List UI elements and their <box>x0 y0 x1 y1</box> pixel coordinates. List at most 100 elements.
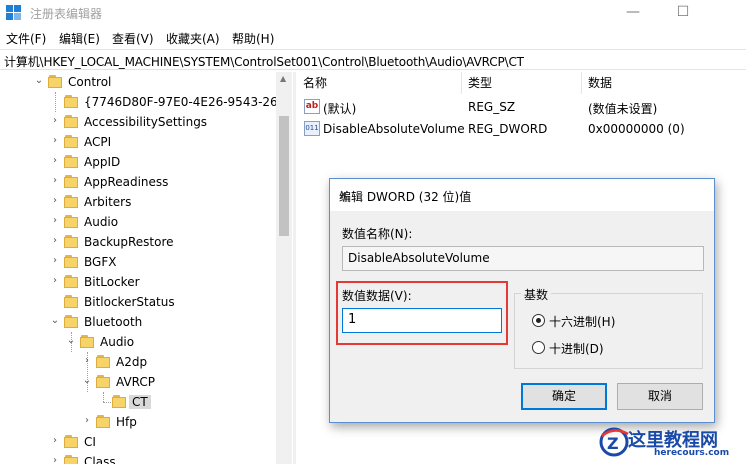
tree-item-appid[interactable]: › AppID <box>0 152 276 172</box>
expand-arrow-icon[interactable]: › <box>50 275 60 286</box>
folder-icon <box>64 175 80 188</box>
tree-item-control[interactable]: ⌄ Control <box>0 72 276 92</box>
menu-edit[interactable]: 编辑(E) <box>59 30 100 47</box>
folder-icon <box>96 375 112 388</box>
menu-file[interactable]: 文件(F) <box>6 30 46 47</box>
expand-arrow-icon[interactable]: › <box>50 455 60 464</box>
folder-icon <box>64 155 80 168</box>
folder-icon <box>64 255 80 268</box>
tree-item-ct[interactable]: CT <box>0 392 276 412</box>
tree-item-accessibilitysettings[interactable]: › AccessibilitySettings <box>0 112 276 132</box>
tree-item-bluetooth-audio[interactable]: ⌄ Audio <box>0 332 276 352</box>
title-bar: 注册表编辑器 — ☐ <box>0 0 746 26</box>
folder-icon <box>96 355 112 368</box>
minimize-button[interactable]: — <box>610 0 656 26</box>
maximize-button[interactable]: ☐ <box>660 0 706 26</box>
address-bar[interactable]: 计算机\HKEY_LOCAL_MACHINE\SYSTEM\ControlSet… <box>0 49 746 70</box>
menu-view[interactable]: 查看(V) <box>112 30 154 47</box>
expand-arrow-icon[interactable]: ⌄ <box>82 375 92 386</box>
tree-item-class[interactable]: › Class <box>0 452 276 464</box>
value-type: REG_DWORD <box>468 122 548 136</box>
folder-icon <box>64 215 80 228</box>
value-name-label: 数值名称(N): <box>342 227 413 241</box>
value-row-disableabsolutevolume[interactable]: 011 DisableAbsoluteVolume REG_DWORD 0x00… <box>297 118 746 140</box>
window-title: 注册表编辑器 <box>30 7 103 21</box>
pane-splitter[interactable] <box>293 72 296 464</box>
registry-editor-icon <box>6 5 22 21</box>
expand-arrow-icon[interactable]: › <box>82 415 92 426</box>
folder-icon <box>64 235 80 248</box>
tree-item-audio[interactable]: › Audio <box>0 212 276 232</box>
value-data: (数值未设置) <box>588 102 658 116</box>
expand-arrow-icon[interactable]: ⌄ <box>34 75 44 86</box>
address-path[interactable]: 计算机\HKEY_LOCAL_MACHINE\SYSTEM\ControlSet… <box>4 53 524 70</box>
tree-item-arbiters[interactable]: › Arbiters <box>0 192 276 212</box>
expand-arrow-icon[interactable]: › <box>50 115 60 126</box>
tree-item-acpi[interactable]: › ACPI <box>0 132 276 152</box>
tree-scrollbar[interactable]: ▲ <box>276 72 292 464</box>
column-header-name[interactable]: 名称 <box>297 72 462 94</box>
tree-item-avrcp[interactable]: ⌄ AVRCP <box>0 372 276 392</box>
value-row-default[interactable]: ab (默认) REG_SZ (数值未设置) <box>297 96 746 118</box>
menu-favorites[interactable]: 收藏夹(A) <box>166 30 220 47</box>
radio-selected-icon[interactable] <box>532 314 545 327</box>
folder-icon <box>64 295 80 308</box>
tree-item-hfp[interactable]: › Hfp <box>0 412 276 432</box>
scrollbar-thumb[interactable] <box>279 116 289 236</box>
expand-arrow-icon[interactable]: › <box>50 435 60 446</box>
folder-icon <box>64 275 80 288</box>
value-name: (默认) <box>323 102 357 116</box>
close-icon[interactable]: ✕ <box>339 188 706 202</box>
registry-tree[interactable]: ⌄ Control {7746D80F-97E0-4E26-9543-26B4 … <box>0 72 292 464</box>
folder-icon <box>64 195 80 208</box>
column-header-type[interactable]: 类型 <box>462 72 582 94</box>
folder-icon <box>96 415 112 428</box>
svg-text:Z: Z <box>607 434 619 453</box>
ok-button[interactable]: 确定 <box>521 383 607 410</box>
expand-arrow-icon[interactable]: › <box>50 215 60 226</box>
folder-icon <box>64 135 80 148</box>
dword-value-icon: 011 <box>304 121 320 136</box>
menu-help[interactable]: 帮助(H) <box>232 30 274 47</box>
tree-item-backuprestore[interactable]: › BackupRestore <box>0 232 276 252</box>
expand-arrow-icon[interactable]: › <box>50 235 60 246</box>
watermark-logo-icon: Z <box>599 427 629 457</box>
column-header-data[interactable]: 数据 <box>582 72 746 94</box>
expand-arrow-icon[interactable]: › <box>82 355 92 366</box>
tree-item-bitlocker[interactable]: › BitLocker <box>0 272 276 292</box>
folder-icon <box>80 335 96 348</box>
tree-item-bgfx[interactable]: › BGFX <box>0 252 276 272</box>
folder-icon <box>64 115 80 128</box>
folder-icon <box>48 75 64 88</box>
tree-item-ci[interactable]: › CI <box>0 432 276 452</box>
expand-arrow-icon[interactable]: › <box>50 255 60 266</box>
value-data-input[interactable]: 1 <box>342 308 502 333</box>
expand-arrow-icon[interactable]: › <box>50 155 60 166</box>
folder-icon <box>64 455 80 464</box>
tree-item-bitlockerstatus[interactable]: BitlockerStatus <box>0 292 276 312</box>
expand-arrow-icon[interactable]: ⌄ <box>50 315 60 326</box>
tree-item-a2dp[interactable]: › A2dp <box>0 352 276 372</box>
tree-item-bluetooth[interactable]: ⌄ Bluetooth <box>0 312 276 332</box>
folder-icon <box>64 315 80 328</box>
expand-arrow-icon[interactable]: › <box>50 195 60 206</box>
tree-item-guid[interactable]: {7746D80F-97E0-4E26-9543-26B4 <box>0 92 292 112</box>
expand-arrow-icon[interactable]: ⌄ <box>66 335 76 346</box>
scroll-up-icon[interactable]: ▲ <box>280 74 286 83</box>
string-value-icon: ab <box>304 99 320 114</box>
radio-decimal[interactable]: 十进制(D) <box>532 340 652 356</box>
folder-icon <box>64 95 80 108</box>
expand-arrow-icon[interactable]: › <box>50 175 60 186</box>
dialog-title-bar: 编辑 DWORD (32 位)值 ✕ <box>330 179 714 211</box>
radio-unselected-icon[interactable] <box>532 341 545 354</box>
radio-hexadecimal[interactable]: 十六进制(H) <box>532 313 652 329</box>
watermark-url: herecours.com <box>654 448 730 458</box>
expand-arrow-icon[interactable]: › <box>50 135 60 146</box>
value-data: 0x00000000 (0) <box>588 122 685 136</box>
base-groupbox <box>514 293 703 369</box>
cancel-button[interactable]: 取消 <box>617 383 703 410</box>
site-watermark: Z 这里教程网 herecours.com <box>598 424 746 464</box>
value-name: DisableAbsoluteVolume <box>323 122 465 136</box>
value-data-label: 数值数据(V): <box>342 289 412 303</box>
tree-item-appreadiness[interactable]: › AppReadiness <box>0 172 276 192</box>
